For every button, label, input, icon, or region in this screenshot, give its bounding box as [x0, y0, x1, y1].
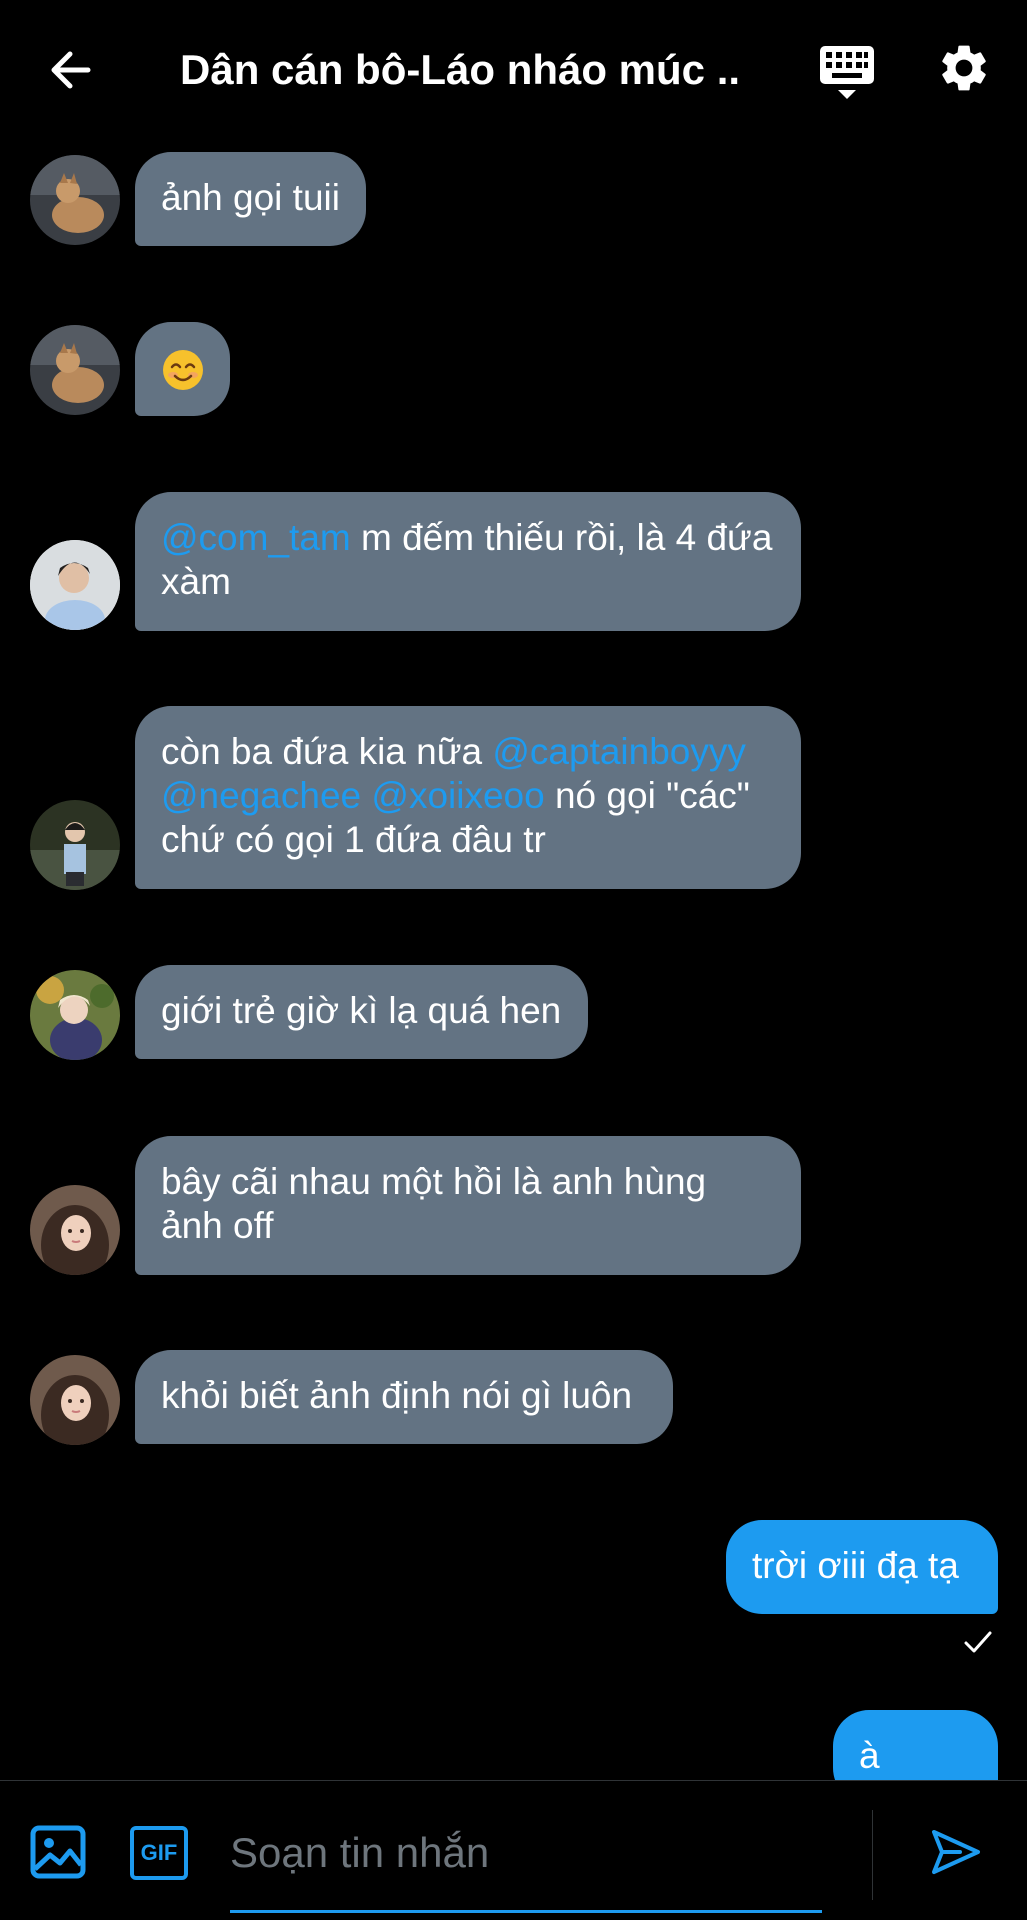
- input-underline: [230, 1910, 822, 1913]
- avatar[interactable]: [30, 325, 120, 415]
- avatar[interactable]: [30, 540, 120, 630]
- avatar[interactable]: [30, 1185, 120, 1275]
- smiling-face-emoji-icon: [163, 350, 203, 391]
- gear-icon: [942, 45, 986, 91]
- message-bubble[interactable]: giới trẻ giờ kì lạ quá hen: [135, 965, 588, 1059]
- mention-link[interactable]: @xoiixeoo: [371, 775, 544, 816]
- image-icon: [30, 1825, 86, 1879]
- gif-label: GIF: [140, 1840, 178, 1865]
- gif-button[interactable]: GIF: [130, 1826, 188, 1880]
- avatar[interactable]: [30, 155, 120, 245]
- my-message-bubble[interactable]: trời ơiii đạ tạ: [726, 1520, 998, 1614]
- send-icon: [932, 1830, 980, 1874]
- message-text: trời ơiii đạ tạ: [752, 1545, 959, 1586]
- message-text: ảnh gọi tuii: [161, 177, 340, 218]
- keyboard-icon: [820, 46, 874, 99]
- conversation-header: Dân cán bô-Láo nháo múc ...: [0, 0, 1027, 140]
- message-bubble[interactable]: còn ba đứa kia nữa @captainboyyy @negach…: [135, 706, 801, 889]
- keyboard-button[interactable]: [816, 42, 878, 102]
- message-text: giới trẻ giờ kì lạ quá hen: [161, 990, 562, 1031]
- message-bubble[interactable]: ảnh gọi tuii: [135, 152, 366, 246]
- mention-link[interactable]: @com_tam: [161, 517, 351, 558]
- sent-check-icon: [960, 1625, 1000, 1665]
- message-bubble[interactable]: @com_tam m đếm thiếu rồi, là 4 đứa xàm: [135, 492, 801, 631]
- settings-button[interactable]: [936, 40, 996, 100]
- message-text: khỏi biết ảnh định nói gì luôn: [161, 1375, 633, 1416]
- message-text: còn ba đứa kia nữa: [161, 731, 493, 772]
- mention-link[interactable]: @captainboyyy: [492, 731, 746, 772]
- arrow-left-icon: [51, 51, 91, 89]
- add-photo-button[interactable]: [30, 1825, 90, 1881]
- message-bubble[interactable]: [135, 322, 230, 416]
- dm-conversation-screen: Dân cán bô-Láo nháo múc ... ảnh gọi tuii: [0, 0, 1027, 1920]
- avatar[interactable]: [30, 800, 120, 890]
- avatar[interactable]: [30, 970, 120, 1060]
- avatar[interactable]: [30, 1355, 120, 1445]
- message-bubble[interactable]: bây cãi nhau một hồi là anh hùng ảnh off: [135, 1136, 801, 1275]
- message-text: bây cãi nhau một hồi là anh hùng ảnh off: [161, 1161, 707, 1246]
- message-input[interactable]: [230, 1818, 820, 1888]
- back-button[interactable]: [40, 40, 100, 100]
- conversation-title[interactable]: Dân cán bô-Láo nháo múc ...: [180, 40, 740, 100]
- send-button[interactable]: [928, 1824, 988, 1884]
- composer-divider: [872, 1810, 873, 1900]
- mention-link[interactable]: @negachee: [161, 775, 361, 816]
- message-bubble[interactable]: khỏi biết ảnh định nói gì luôn: [135, 1350, 673, 1444]
